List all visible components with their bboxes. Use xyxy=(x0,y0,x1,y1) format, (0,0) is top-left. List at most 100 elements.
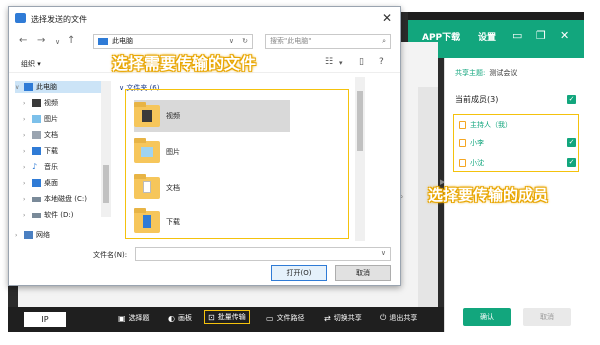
restore-icon[interactable]: ❐ xyxy=(536,30,546,41)
tree-item-videos[interactable]: › 视频 xyxy=(23,97,58,109)
film-icon xyxy=(142,110,152,122)
close-icon[interactable]: ✕ xyxy=(560,30,569,41)
tree-item-label: 音乐 xyxy=(44,163,58,171)
minimize-icon[interactable]: ▭ xyxy=(512,30,522,41)
share-topic-value: 测试会议 xyxy=(489,69,518,77)
document-icon xyxy=(32,131,41,139)
folder-item-pictures[interactable]: 图片 xyxy=(134,136,284,168)
settings-link[interactable]: 设置 xyxy=(478,30,496,43)
tree-item-documents[interactable]: › 文档 xyxy=(23,129,58,141)
computer-icon xyxy=(24,83,33,91)
tree-item-label: 此电脑 xyxy=(36,83,57,91)
app-icon xyxy=(15,13,26,23)
tree-item-label: 软件 (D:) xyxy=(44,211,74,219)
ip-button[interactable]: IP xyxy=(24,312,66,327)
choice-question-button[interactable]: ▣ 选择题 xyxy=(118,313,150,323)
history-dropdown-icon[interactable]: ∨ xyxy=(55,38,60,46)
folder-icon xyxy=(134,208,160,233)
network-icon xyxy=(24,231,33,239)
tree-item-music[interactable]: › ♪ 音乐 xyxy=(23,161,58,173)
expand-arrow-icon[interactable]: › xyxy=(23,164,29,171)
expand-arrow-icon[interactable]: › xyxy=(23,212,29,219)
switch-share-label: 切换共享 xyxy=(333,314,362,322)
drive-icon xyxy=(32,196,41,202)
desktop-icon xyxy=(32,179,41,187)
tree-item-label: 本地磁盘 (C:) xyxy=(44,195,87,203)
file-list-scrollbar[interactable] xyxy=(355,77,365,241)
switch-share-button[interactable]: ⇄ 切换共享 xyxy=(324,313,362,323)
folder-item-downloads[interactable]: 下载 xyxy=(134,206,284,238)
expand-arrow-icon[interactable]: › xyxy=(23,132,29,139)
search-placeholder: 搜索"此电脑" xyxy=(270,37,312,45)
batch-transfer-button[interactable]: ⊡ 批量传输 xyxy=(204,310,250,324)
members-highlight-box xyxy=(453,114,579,172)
search-box[interactable]: 搜索"此电脑" ⌕ xyxy=(265,34,391,49)
expand-arrow-icon[interactable]: › xyxy=(23,196,29,203)
confirm-button[interactable]: 确认 xyxy=(463,308,511,326)
file-list-scroll-thumb[interactable] xyxy=(357,91,363,151)
panel-cancel-button[interactable]: 取消 xyxy=(523,308,571,326)
file-open-dialog: 选择发送的文件 ✕ ← → ∨ ↑ 此电脑 ∨ ↻ 搜索"此电脑" ⌕ 组织 ▾… xyxy=(8,6,401,286)
help-icon[interactable]: ? xyxy=(379,57,384,67)
document-icon xyxy=(143,181,151,193)
power-icon: ⏻ xyxy=(380,313,387,322)
dialog-cancel-button[interactable]: 取消 xyxy=(335,265,391,281)
up-arrow-icon[interactable]: ↑ xyxy=(67,35,75,46)
select-all-checkbox[interactable]: ✓ xyxy=(567,95,576,104)
navigation-tree: ∨ 此电脑 › 视频 › 图片 › 文档 › 下载 › ♪ 音乐 › 桌面 › 本地磁盘 (C:)… xyxy=(9,75,113,241)
filename-dropdown-icon[interactable]: ∨ xyxy=(381,249,386,257)
tree-item-label: 图片 xyxy=(44,115,58,123)
tree-item-pictures[interactable]: › 图片 xyxy=(23,113,58,125)
dialog-close-icon[interactable]: ✕ xyxy=(382,11,392,25)
tree-item-drive-d[interactable]: › 软件 (D:) xyxy=(23,209,73,221)
address-dropdown-icon[interactable]: ∨ xyxy=(229,35,234,48)
music-note-icon: ♪ xyxy=(32,162,38,171)
computer-icon xyxy=(98,38,108,45)
video-icon xyxy=(32,99,41,107)
view-dropdown-icon[interactable]: ▾ xyxy=(339,59,343,67)
drive-icon xyxy=(32,212,41,218)
current-members-count: 当前成员(3) xyxy=(455,95,499,104)
filename-input[interactable]: ∨ xyxy=(135,247,391,261)
folder-item-documents[interactable]: 文档 xyxy=(134,172,284,204)
expand-arrow-icon[interactable]: › xyxy=(23,100,29,107)
tree-item-downloads[interactable]: › 下载 xyxy=(23,145,58,157)
folder-item-videos[interactable]: 视频 xyxy=(134,100,290,132)
tree-item-drive-c[interactable]: › 本地磁盘 (C:) xyxy=(23,193,87,205)
folder-icon xyxy=(134,138,160,163)
organize-menu[interactable]: 组织 ▾ xyxy=(21,59,41,69)
expand-arrow-icon[interactable]: › xyxy=(23,148,29,155)
open-button[interactable]: 打开(O) xyxy=(271,265,327,281)
refresh-icon[interactable]: ↻ xyxy=(242,35,248,48)
switch-arrows-icon: ⇄ xyxy=(324,313,331,323)
expand-arrow-icon[interactable]: › xyxy=(23,180,29,187)
dialog-title: 选择发送的文件 xyxy=(31,15,87,24)
address-bar[interactable]: 此电脑 ∨ ↻ xyxy=(93,34,253,49)
tree-scrollbar[interactable] xyxy=(101,81,111,217)
drawing-board-button[interactable]: ◐ 画板 xyxy=(168,313,192,323)
app-top-strip xyxy=(408,12,584,20)
share-topic: 共享主题: 测试会议 xyxy=(455,68,517,78)
share-topic-label: 共享主题: xyxy=(455,69,486,77)
back-arrow-icon[interactable]: ← xyxy=(19,35,27,46)
drawing-board-label: 画板 xyxy=(177,314,192,322)
expand-arrow-icon[interactable]: › xyxy=(15,232,21,239)
tree-item-this-pc[interactable]: ∨ 此电脑 xyxy=(15,81,111,93)
file-path-button[interactable]: ▭ 文件路径 xyxy=(266,313,305,323)
exit-share-label: 退出共享 xyxy=(389,314,418,322)
folder-upload-icon: ⊡ xyxy=(208,312,215,322)
expand-arrow-icon[interactable]: › xyxy=(23,116,29,123)
tree-scroll-thumb[interactable] xyxy=(103,165,109,203)
view-options-icon[interactable]: ☷ xyxy=(325,57,333,67)
preview-pane-icon[interactable]: ▯ xyxy=(359,57,364,67)
folder-icon xyxy=(134,174,160,199)
picture-icon xyxy=(32,115,41,123)
batch-transfer-label: 批量传输 xyxy=(217,313,246,321)
tree-item-desktop[interactable]: › 桌面 xyxy=(23,177,58,189)
expand-arrow-icon[interactable]: ∨ xyxy=(15,84,21,91)
choice-icon: ▣ xyxy=(118,313,126,323)
forward-arrow-icon[interactable]: → xyxy=(37,35,45,46)
dialog-titlebar: 选择发送的文件 ✕ xyxy=(9,7,400,29)
exit-share-button[interactable]: ⏻ 退出共享 xyxy=(380,313,417,323)
tree-item-network[interactable]: › 网络 xyxy=(15,229,50,241)
